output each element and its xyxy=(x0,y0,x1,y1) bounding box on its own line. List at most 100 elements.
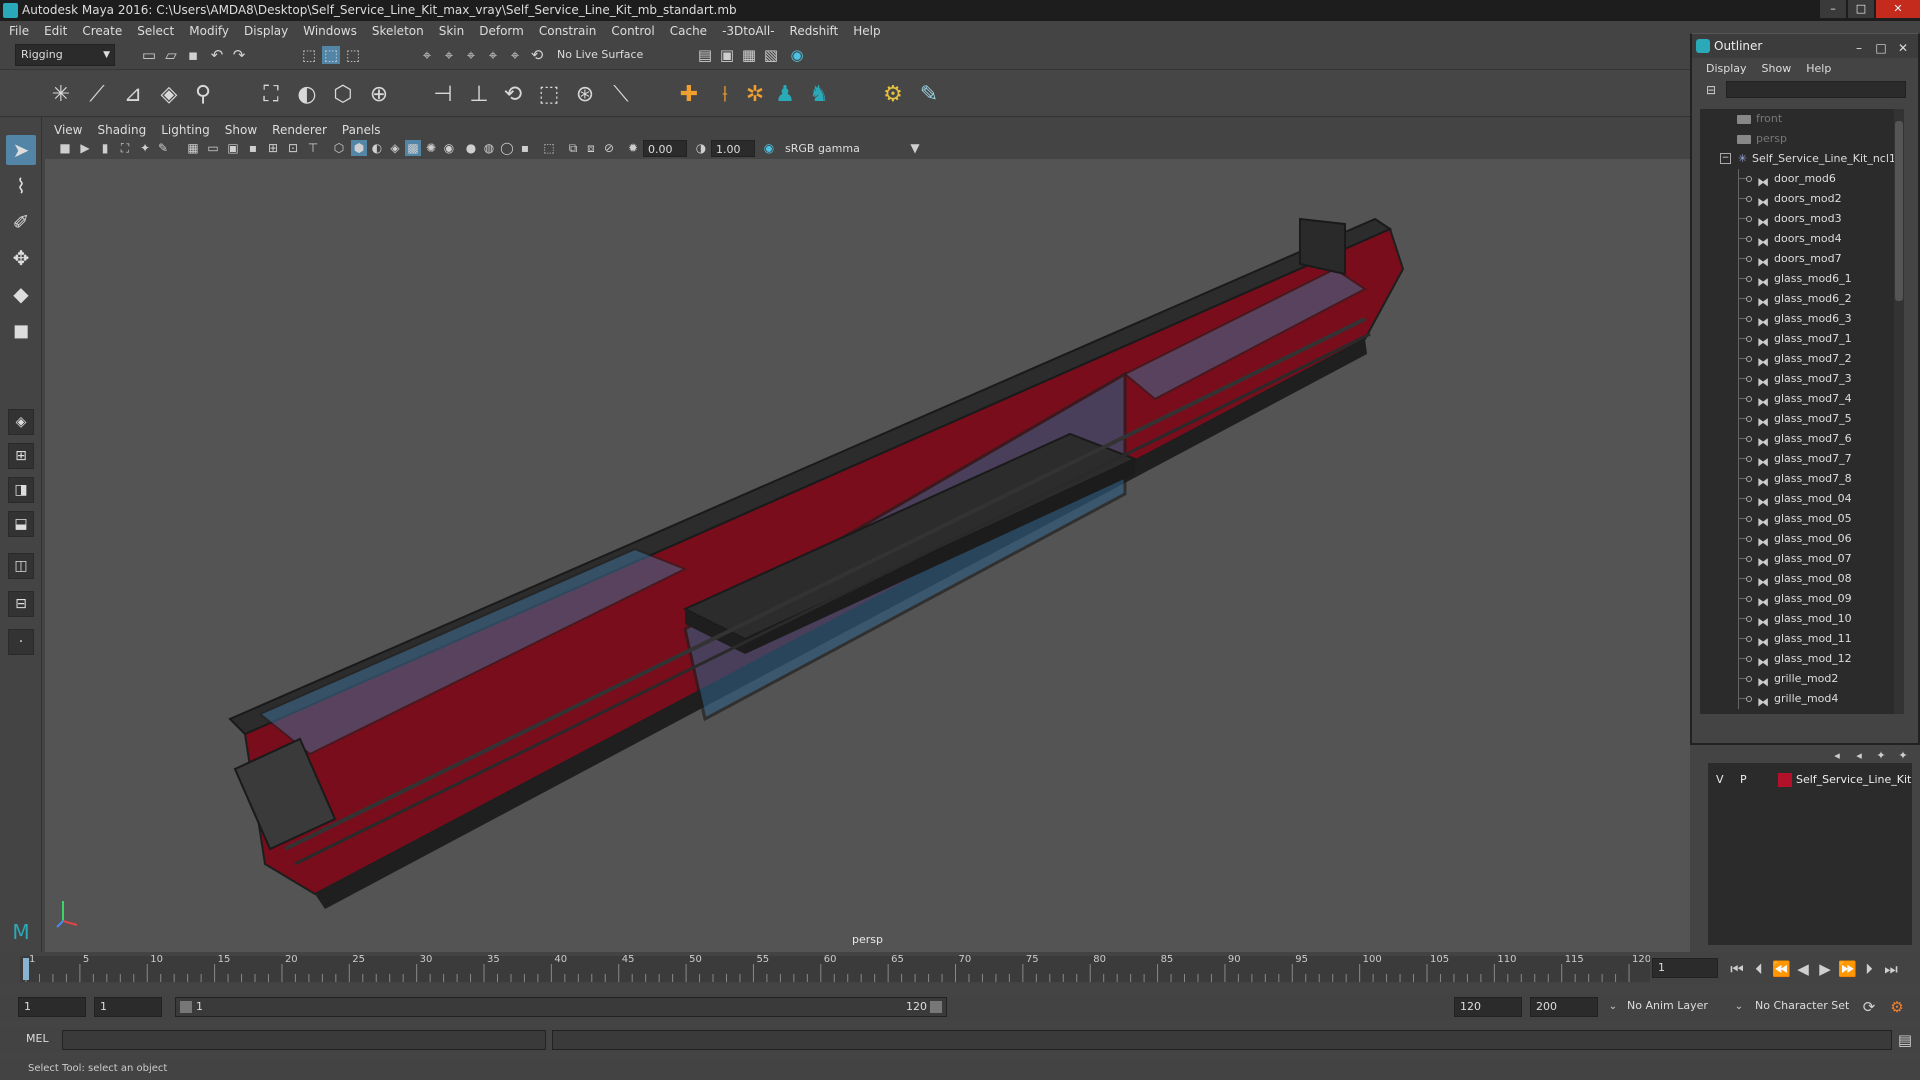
range-end-handle[interactable] xyxy=(930,1001,942,1013)
menu-file[interactable]: File xyxy=(9,24,29,38)
single-perspective-layout-icon[interactable]: ◈ xyxy=(8,409,34,435)
time-slider[interactable]: 1 5 10 15 20 25 30 35 40 45 50 55 60 65 70 75 80 85 90 95 10… xyxy=(0,952,1660,984)
list-item[interactable]: ⧓ glass_mod_10 xyxy=(1700,609,1904,629)
locator-icon[interactable]: ✚ xyxy=(676,82,702,108)
camera-select-icon[interactable]: ■ xyxy=(57,140,73,156)
list-item[interactable]: ⧓ glass_mod_12 xyxy=(1700,649,1904,669)
list-item[interactable]: ⧓ glass_mod_07 xyxy=(1700,549,1904,569)
paint-weights-icon[interactable]: ⚲ xyxy=(190,82,216,108)
panel-menu-show[interactable]: Show xyxy=(225,123,257,137)
menu-3dtoall[interactable]: -3DtoAll- xyxy=(722,24,774,38)
gate-mask-icon[interactable]: ▪ xyxy=(245,140,261,156)
minimize-button[interactable]: – xyxy=(1820,0,1846,18)
ipr-render-icon[interactable]: ▦ xyxy=(740,46,758,64)
safe-action-icon[interactable]: ⊡ xyxy=(285,140,301,156)
panel-menu-view[interactable]: View xyxy=(54,123,82,137)
chevron-down-icon[interactable]: ▼ xyxy=(907,140,923,156)
list-item[interactable]: ⧓ glass_mod7_2 xyxy=(1700,349,1904,369)
list-item[interactable]: ⧓ glass_mod7_5 xyxy=(1700,409,1904,429)
color-management-icon[interactable]: ◉ xyxy=(761,140,777,156)
command-input[interactable] xyxy=(62,1030,546,1050)
list-item[interactable]: ⧓ glass_mod_09 xyxy=(1700,589,1904,609)
hypershade-icon[interactable]: ◉ xyxy=(788,46,806,64)
image-plane-icon[interactable]: ⛶ xyxy=(117,140,133,156)
multisample-aa-icon[interactable]: ◯ xyxy=(499,140,515,156)
redo-icon[interactable]: ↷ xyxy=(230,46,248,64)
xray-joints-icon[interactable]: ⧉ xyxy=(565,140,581,156)
open-scene-icon[interactable]: ▱ xyxy=(162,46,180,64)
shelf-tool-icon[interactable]: ✎ xyxy=(916,82,942,108)
layer-visibility-toggle[interactable]: V xyxy=(1716,771,1724,789)
ik-fk-icon[interactable]: ✲ xyxy=(742,82,768,108)
snap-surface-icon[interactable]: ⌖ xyxy=(506,46,524,64)
grid-icon[interactable]: ▦ xyxy=(185,140,201,156)
parent-constraint-icon[interactable]: ⊣ xyxy=(430,82,456,108)
chevron-down-icon[interactable]: ⌄ xyxy=(1730,998,1748,1016)
point-constraint-icon[interactable]: ⊥ xyxy=(466,82,492,108)
list-item[interactable]: ⧓ glass_mod6_1 xyxy=(1700,269,1904,289)
render-view-icon[interactable]: ▧ xyxy=(762,46,780,64)
snap-grid-icon[interactable]: ⌖ xyxy=(418,46,436,64)
scrollbar-thumb[interactable] xyxy=(1895,121,1903,301)
save-scene-icon[interactable]: ▪ xyxy=(184,46,202,64)
view-transform-dropdown[interactable]: sRGB gamma xyxy=(781,140,911,157)
locator-aim-icon[interactable]: ⟊ xyxy=(712,82,738,108)
cluster-icon[interactable]: ⛶ xyxy=(258,82,284,108)
2d-pan-zoom-icon[interactable]: ✦ xyxy=(137,140,153,156)
anim-layer-dropdown[interactable]: No Anim Layer xyxy=(1622,997,1744,1017)
snap-point-icon[interactable]: ⌖ xyxy=(462,46,480,64)
layer-color-swatch[interactable] xyxy=(1778,773,1792,787)
panel-menu-panels[interactable]: Panels xyxy=(342,123,381,137)
go-to-end-icon[interactable]: ⏭ xyxy=(1882,960,1900,978)
list-item[interactable]: ⧓ glass_mod_05 xyxy=(1700,509,1904,529)
list-item[interactable]: ⧓ doors_mod7 xyxy=(1700,249,1904,269)
depth-of-field-icon[interactable]: ▪ xyxy=(517,140,533,156)
bookmark-icon[interactable]: ▮ xyxy=(97,140,113,156)
list-item[interactable]: ⧓ doors_mod4 xyxy=(1700,229,1904,249)
joint-tool-icon[interactable]: ✳ xyxy=(48,82,74,108)
layer-playback-toggle[interactable]: P xyxy=(1740,771,1747,789)
persp-graph-layout-icon[interactable]: ⬓ xyxy=(8,511,34,537)
select-object-icon[interactable]: ⬚ xyxy=(322,46,340,64)
list-item[interactable]: ⧓ grille_mod4 xyxy=(1700,689,1904,709)
list-item[interactable]: ⧓ glass_mod7_7 xyxy=(1700,449,1904,469)
snap-curve-icon[interactable]: ⌖ xyxy=(440,46,458,64)
live-surface-field[interactable]: No Live Surface xyxy=(552,45,658,65)
lasso-tool-icon[interactable]: ⌇ xyxy=(6,171,36,201)
scale-tool-icon[interactable]: ◼ xyxy=(6,315,36,345)
menu-edit[interactable]: Edit xyxy=(44,24,67,38)
snap-toggle-icon[interactable]: ⟲ xyxy=(528,46,546,64)
bind-skin-icon[interactable]: ◈ xyxy=(156,82,182,108)
paint-select-icon[interactable]: ✐ xyxy=(6,207,36,237)
menu-cache[interactable]: Cache xyxy=(670,24,707,38)
outliner-scrollbar[interactable] xyxy=(1894,109,1904,714)
shadows-icon[interactable]: ◉ xyxy=(441,140,457,156)
pole-vector-icon[interactable]: ⟍ xyxy=(608,82,634,108)
screen-space-ao-icon[interactable]: ● xyxy=(463,140,479,156)
play-forward-icon[interactable]: ▶ xyxy=(1816,960,1834,978)
current-frame-field[interactable]: 1 xyxy=(1652,958,1718,978)
menu-modify[interactable]: Modify xyxy=(189,24,229,38)
list-item[interactable]: ⧓ glass_mod7_6 xyxy=(1700,429,1904,449)
range-slider[interactable]: 1 120 xyxy=(175,997,947,1017)
character-set-dropdown[interactable]: No Character Set xyxy=(1750,997,1868,1017)
menu-skeleton[interactable]: Skeleton xyxy=(372,24,424,38)
select-tool-icon[interactable]: ➤ xyxy=(6,135,36,165)
grease-pencil-icon[interactable]: ✎ xyxy=(155,140,171,156)
backface-culling-icon[interactable]: ⊘ xyxy=(601,140,617,156)
list-item[interactable]: persp xyxy=(1700,129,1904,149)
menu-windows[interactable]: Windows xyxy=(303,24,357,38)
panel-menu-shading[interactable]: Shading xyxy=(97,123,146,137)
custom-layout-icon[interactable]: · xyxy=(8,629,34,655)
step-forward-key-icon[interactable]: ⏩ xyxy=(1838,960,1857,978)
animation-preferences-icon[interactable]: ⚙ xyxy=(1888,998,1906,1016)
ik-handle-icon[interactable]: ⟋ xyxy=(84,82,110,108)
menu-deform[interactable]: Deform xyxy=(479,24,524,38)
hik-control-icon[interactable]: ♞ xyxy=(806,82,832,108)
isolate-select-icon[interactable]: ⬚ xyxy=(541,140,557,156)
undo-icon[interactable]: ↶ xyxy=(208,46,226,64)
menu-control[interactable]: Control xyxy=(611,24,654,38)
collapse-icon[interactable]: − xyxy=(1720,153,1731,164)
maximize-button[interactable]: □ xyxy=(1848,0,1874,18)
outliner-close-button[interactable]: ✕ xyxy=(1892,36,1914,60)
